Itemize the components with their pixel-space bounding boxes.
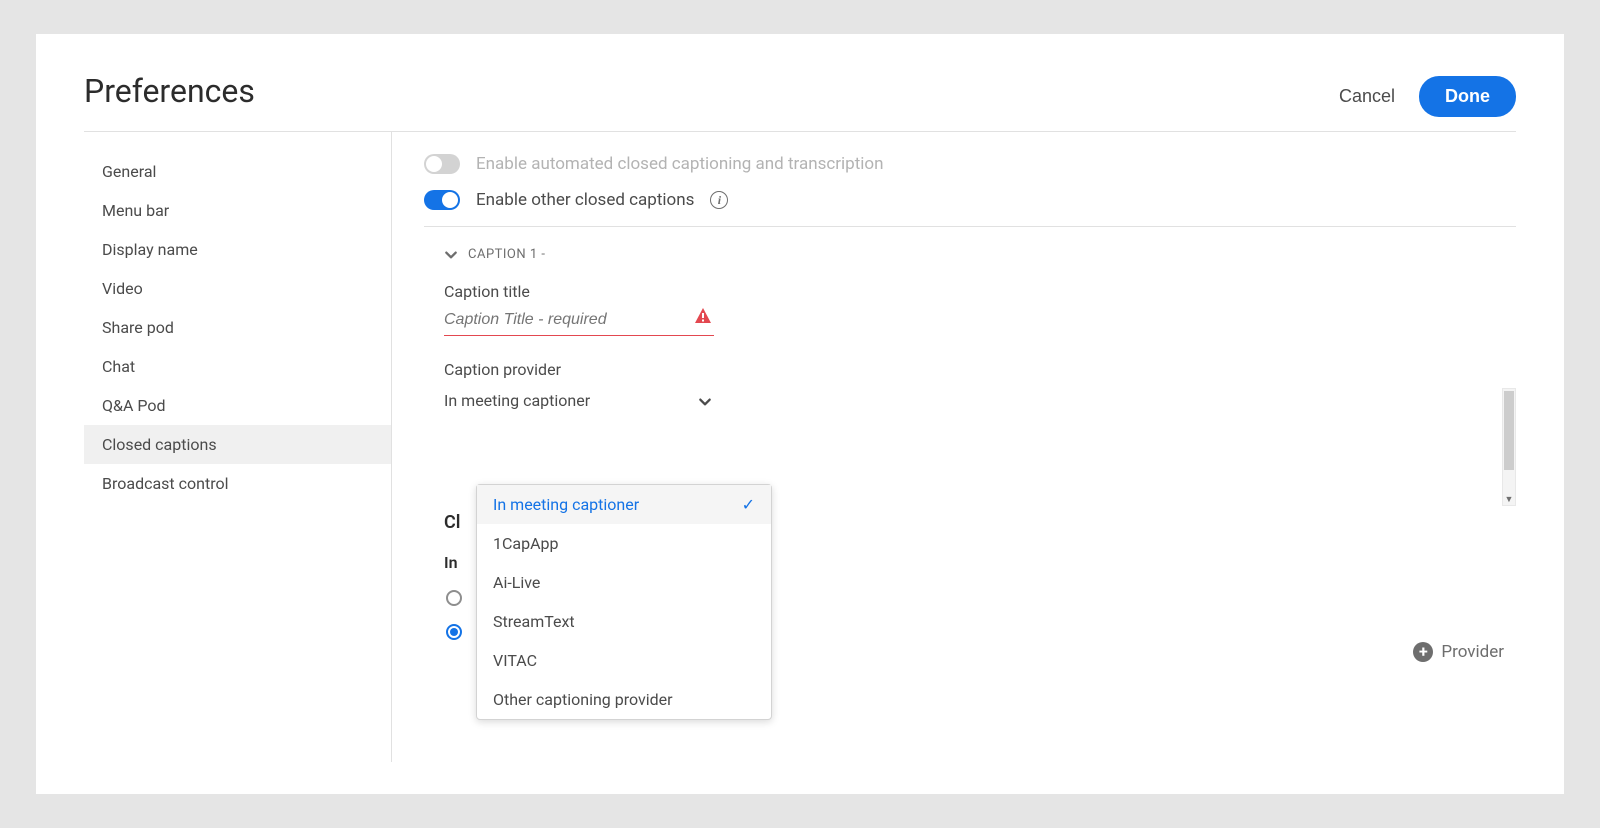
sidebar-item-q-a-pod[interactable]: Q&A Pod xyxy=(84,386,391,425)
sidebar-item-chat[interactable]: Chat xyxy=(84,347,391,386)
dropdown-item-ai-live[interactable]: Ai-Live xyxy=(477,563,771,602)
dropdown-item-1capapp[interactable]: 1CapApp xyxy=(477,524,771,563)
radio-checked-icon xyxy=(446,624,462,640)
dropdown-item-label: Ai-Live xyxy=(493,573,540,592)
toggle-other-label: Enable other closed captions xyxy=(476,190,694,210)
page-title: Preferences xyxy=(84,72,255,110)
dropdown-item-label: StreamText xyxy=(493,612,575,631)
header-actions: Cancel Done xyxy=(1339,76,1516,117)
dropdown-item-streamtext[interactable]: StreamText xyxy=(477,602,771,641)
chevron-down-icon xyxy=(698,394,712,408)
dropdown-item-label: 1CapApp xyxy=(493,534,559,553)
dropdown-item-label: Other captioning provider xyxy=(493,690,673,709)
dropdown-item-label: VITAC xyxy=(493,651,537,670)
sidebar-item-video[interactable]: Video xyxy=(84,269,391,308)
caption-header-label: CAPTION 1 - xyxy=(468,247,546,262)
caption-provider-select[interactable]: In meeting captioner xyxy=(444,385,714,416)
info-icon[interactable]: i xyxy=(710,191,728,209)
sidebar-item-menu-bar[interactable]: Menu bar xyxy=(84,191,391,230)
cancel-button[interactable]: Cancel xyxy=(1339,86,1395,107)
add-provider-button[interactable]: + Provider xyxy=(1413,642,1504,662)
warning-icon xyxy=(694,307,712,325)
dropdown-item-in-meeting-captioner[interactable]: In meeting captioner ✓ xyxy=(477,485,771,524)
sidebar-item-share-pod[interactable]: Share pod xyxy=(84,308,391,347)
toggle-other-row: Enable other closed captions i xyxy=(424,190,1516,210)
toggle-other[interactable] xyxy=(424,190,460,210)
caption-title-input[interactable] xyxy=(444,307,714,336)
done-button[interactable]: Done xyxy=(1419,76,1516,117)
caption-provider-value: In meeting captioner xyxy=(444,391,590,410)
caption-header[interactable]: CAPTION 1 - xyxy=(444,247,1496,262)
caption-provider-label: Caption provider xyxy=(444,360,1496,379)
sidebar-item-broadcast-control[interactable]: Broadcast control xyxy=(84,464,391,503)
toggle-automated[interactable] xyxy=(424,154,460,174)
sidebar-item-display-name[interactable]: Display name xyxy=(84,230,391,269)
body: GeneralMenu barDisplay nameVideoShare po… xyxy=(84,132,1516,762)
add-provider-label: Provider xyxy=(1441,642,1504,662)
sidebar-item-general[interactable]: General xyxy=(84,152,391,191)
toggle-automated-label: Enable automated closed captioning and t… xyxy=(476,154,884,174)
chevron-down-icon xyxy=(444,248,458,262)
check-icon: ✓ xyxy=(742,495,755,514)
plus-circle-icon: + xyxy=(1413,642,1433,662)
radio-unchecked-icon xyxy=(446,590,462,606)
caption-title-label: Caption title xyxy=(444,282,1496,301)
sidebar: GeneralMenu barDisplay nameVideoShare po… xyxy=(84,132,392,762)
dropdown-item-vitac[interactable]: VITAC xyxy=(477,641,771,680)
header: Preferences Cancel Done xyxy=(84,72,1516,132)
caption-title-field-wrap xyxy=(444,307,714,336)
preferences-window: Preferences Cancel Done GeneralMenu barD… xyxy=(36,34,1564,794)
dropdown-item-label: In meeting captioner xyxy=(493,495,639,514)
toggle-automated-row: Enable automated closed captioning and t… xyxy=(424,154,1516,174)
sidebar-item-closed-captions[interactable]: Closed captions xyxy=(84,425,391,464)
dropdown-item-other-captioning-provider[interactable]: Other captioning provider xyxy=(477,680,771,719)
provider-dropdown: In meeting captioner ✓ 1CapApp Ai-Live Strea… xyxy=(476,484,772,720)
